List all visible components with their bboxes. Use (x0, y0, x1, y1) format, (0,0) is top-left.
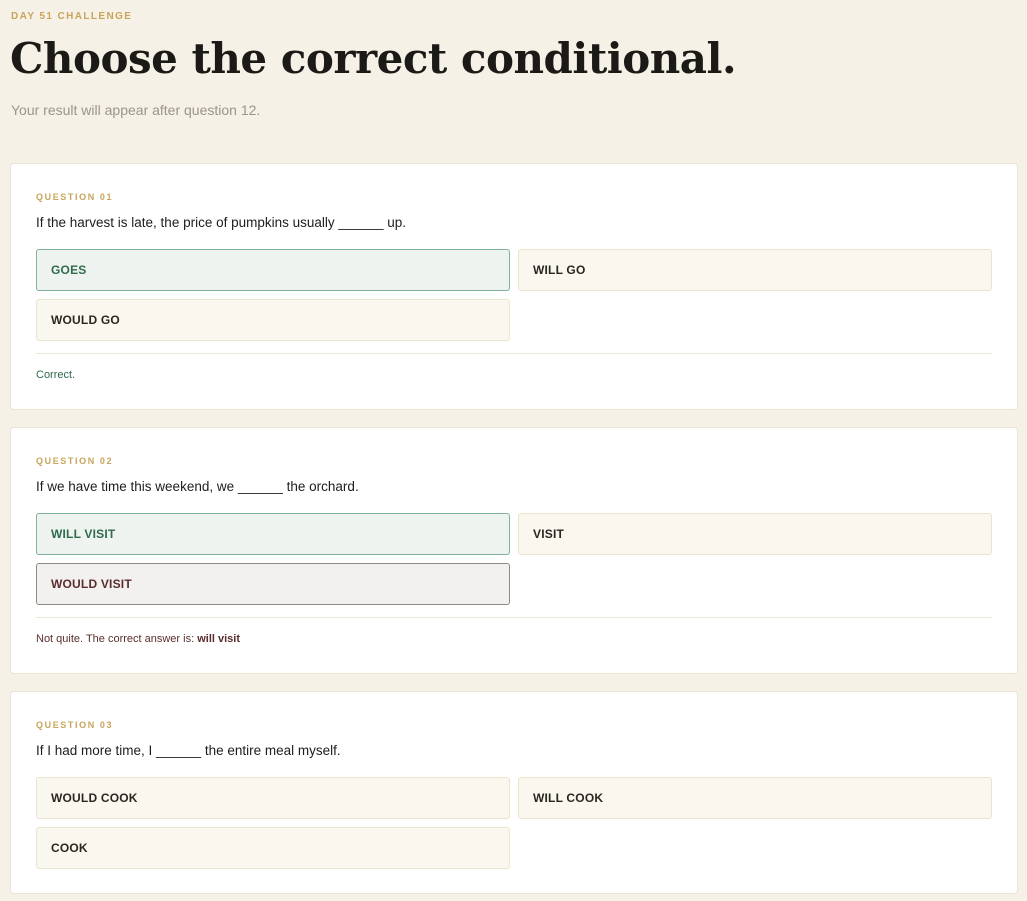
question-card-01: QUESTION 01 If the harvest is late, the … (10, 163, 1018, 410)
answer-option-visit[interactable]: VISIT (518, 513, 992, 555)
page-subtitle: Your result will appear after question 1… (11, 102, 261, 118)
feedback-message: Not quite. The correct answer is: (36, 633, 198, 645)
answer-option-will-go[interactable]: WILL GO (518, 249, 992, 291)
answer-feedback: Correct. (36, 369, 76, 381)
question-label: QUESTION 03 (36, 720, 114, 730)
question-text: If I had more time, I ______ the entire … (36, 743, 341, 758)
card-divider (36, 617, 992, 618)
card-divider (36, 353, 992, 354)
question-card-03: QUESTION 03 If I had more time, I ______… (10, 691, 1018, 894)
question-text: If we have time this weekend, we ______ … (36, 479, 359, 494)
answer-option-would-cook[interactable]: WOULD COOK (36, 777, 510, 819)
question-label: QUESTION 02 (36, 456, 114, 466)
answer-option-would-visit[interactable]: WOULD VISIT (36, 563, 510, 605)
quiz-page: DAY 51 CHALLENGE Choose the correct cond… (0, 0, 1027, 901)
challenge-eyebrow: DAY 51 CHALLENGE (11, 11, 133, 22)
correct-answer: will visit (197, 633, 240, 645)
page-title: Choose the correct conditional. (10, 34, 737, 83)
answer-option-goes[interactable]: GOES (36, 249, 510, 291)
question-text: If the harvest is late, the price of pum… (36, 215, 406, 230)
answer-option-will-cook[interactable]: WILL COOK (518, 777, 992, 819)
answer-option-would-go[interactable]: WOULD GO (36, 299, 510, 341)
question-card-02: QUESTION 02 If we have time this weekend… (10, 427, 1018, 674)
question-label: QUESTION 01 (36, 192, 114, 202)
answer-option-will-visit[interactable]: WILL VISIT (36, 513, 510, 555)
answer-option-cook[interactable]: COOK (36, 827, 510, 869)
answer-feedback: Not quite. The correct answer is: will v… (36, 633, 240, 645)
